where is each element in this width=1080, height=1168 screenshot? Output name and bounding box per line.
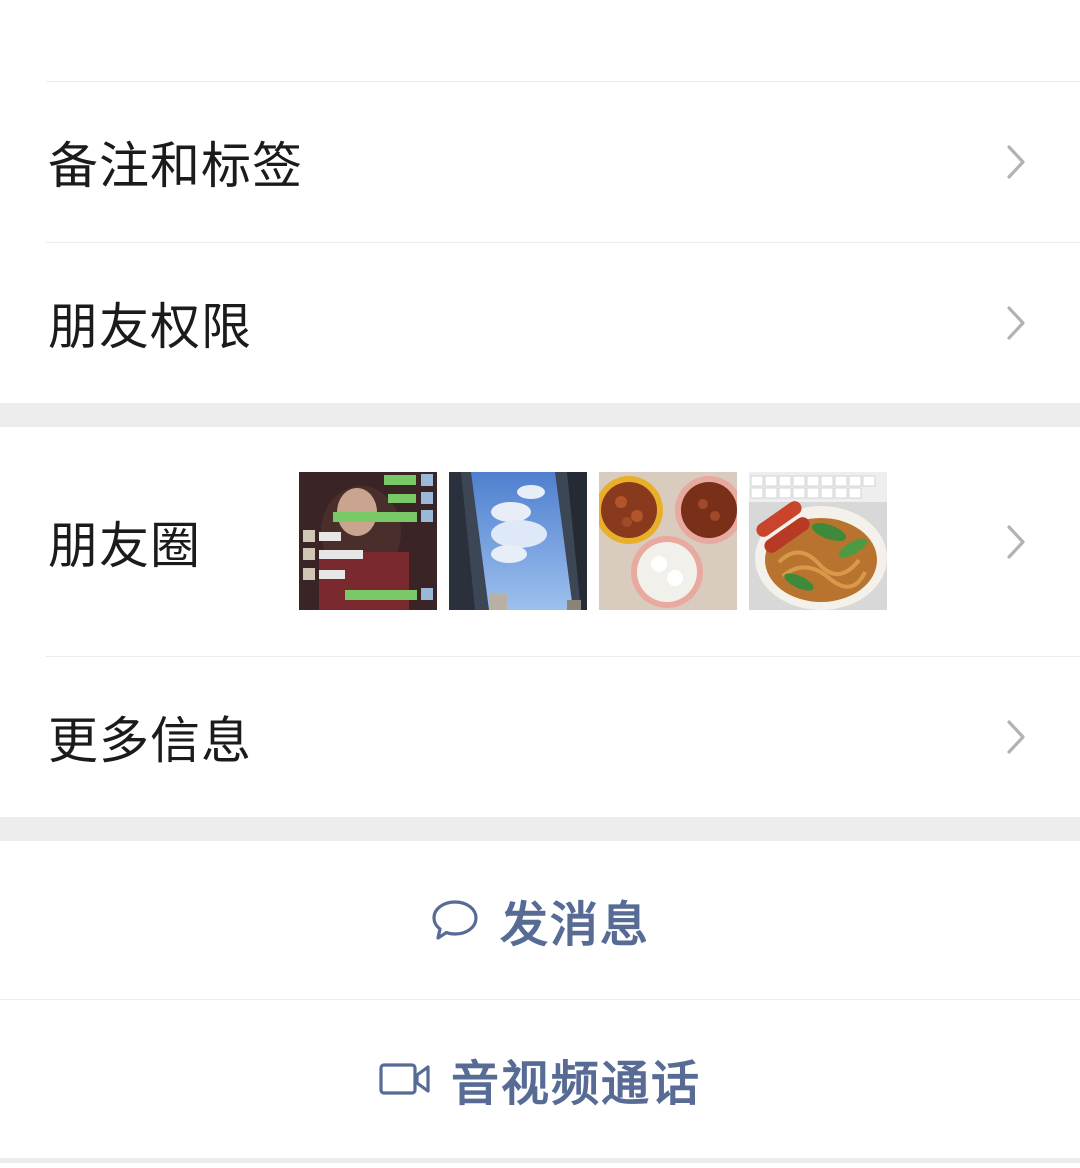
noodles-sausage-thumbnail[interactable]: [749, 472, 887, 610]
remarks-and-tags-label: 备注和标签: [48, 137, 303, 195]
chevron-right-icon: [1007, 145, 1025, 179]
contact-profile-page: 备注和标签 朋友权限 朋友圈 更多信息 发消息 音视频通话: [0, 0, 1080, 1168]
remarks-and-tags-row[interactable]: 备注和标签: [0, 82, 1080, 242]
chat-screenshot-thumbnail[interactable]: [299, 472, 437, 610]
bottom-separator: [0, 1158, 1080, 1163]
food-bowls-thumbnail[interactable]: [599, 472, 737, 610]
send-message-button[interactable]: 发消息: [0, 841, 1080, 999]
chevron-right-icon: [1007, 306, 1025, 340]
chevron-right-icon: [1007, 524, 1025, 559]
friend-permissions-label: 朋友权限: [48, 298, 252, 356]
moments-label: 朋友圈: [48, 516, 201, 575]
sky-buildings-thumbnail[interactable]: [449, 472, 587, 610]
section-separator: [0, 817, 1080, 841]
audio-video-call-label: 音视频通话: [450, 1056, 701, 1112]
more-info-row[interactable]: 更多信息: [0, 657, 1080, 817]
moments-thumbnails: [299, 472, 887, 610]
video-camera-icon: [379, 1063, 430, 1095]
friend-permissions-row[interactable]: 朋友权限: [0, 243, 1080, 403]
chat-bubble-icon: [432, 900, 478, 940]
chevron-right-icon: [1007, 720, 1025, 754]
top-area: [0, 0, 1080, 81]
audio-video-call-button[interactable]: 音视频通话: [0, 1000, 1080, 1158]
moments-row[interactable]: 朋友圈: [0, 427, 1080, 656]
send-message-label: 发消息: [499, 897, 650, 953]
more-info-label: 更多信息: [48, 712, 252, 770]
section-separator: [0, 403, 1080, 427]
